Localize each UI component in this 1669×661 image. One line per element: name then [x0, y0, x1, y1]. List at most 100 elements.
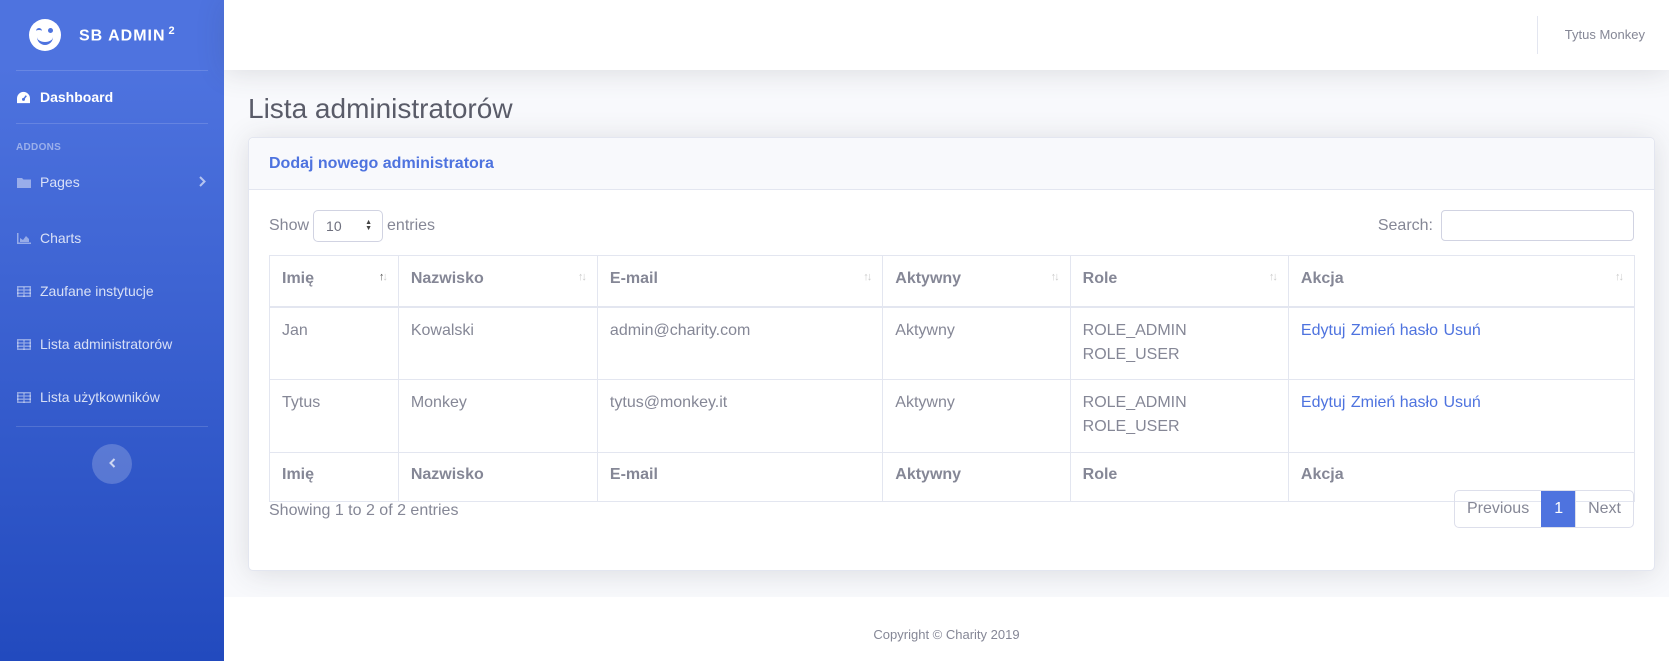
change-password-link[interactable]: Zmień hasło — [1351, 394, 1438, 411]
cell-first-name: Jan — [269, 306, 399, 380]
footer-header-aktywny: Aktywny — [882, 452, 1071, 502]
chevron-right-icon — [199, 174, 206, 190]
card-header: Dodaj nowego administratora — [249, 138, 1654, 190]
edit-link[interactable]: Edytuj — [1301, 394, 1345, 411]
sort-icon: ↑↓ — [1050, 271, 1060, 283]
sidebar-item-label: Lista użytkowników — [40, 389, 160, 405]
brand-name: SB Admin 2 — [79, 24, 176, 45]
entries-label: entries — [387, 217, 436, 234]
sort-icon: ↑↓ — [1615, 271, 1624, 283]
sidebar-item-pages[interactable]: Pages — [0, 157, 224, 207]
topbar-divider — [1537, 16, 1538, 54]
cell-actions: Edytuj Zmień hasło Usuń — [1287, 379, 1636, 453]
sort-asc-icon: ↑↓ — [378, 271, 388, 283]
admin-list-card: Dodaj nowego administratora Show 10 ▲ ▼ e… — [248, 137, 1655, 571]
delete-link[interactable]: Usuń — [1443, 394, 1480, 411]
chevron-left-icon — [108, 455, 116, 473]
column-header-label: Imię — [282, 270, 315, 287]
column-header-label: Akcja — [1300, 270, 1344, 287]
admin-table: Imię ↑↓ Nazwisko ↑↓ E-mail ↑↓ Aktywny ↑↓ Rol… — [269, 255, 1636, 502]
user-name[interactable]: Tytus Monkey — [1565, 27, 1645, 42]
column-header-aktywny[interactable]: Aktywny ↑↓ — [882, 255, 1071, 308]
entries-length: Show 10 ▲ ▼ entries — [269, 210, 435, 242]
sidebar-item-label: Charts — [40, 230, 82, 246]
table-controls: Show 10 ▲ ▼ entries Search: — [269, 210, 1634, 242]
topbar: Tytus Monkey — [224, 0, 1669, 70]
table-icon — [16, 285, 31, 297]
tachometer-icon — [16, 91, 31, 104]
search-label: Search: — [1377, 216, 1433, 234]
pagination: Previous 1 Next — [1453, 490, 1634, 528]
footer: Copyright © Charity 2019 — [224, 597, 1669, 661]
select-arrows-icon: ▲ ▼ — [365, 219, 373, 232]
table-footer-row: Imię Nazwisko E-mail Aktywny Role Akcja — [269, 452, 1636, 502]
cell-actions: Edytuj Zmień hasło Usuń — [1287, 306, 1636, 380]
sort-icon: ↑↓ — [863, 271, 872, 283]
folder-icon — [16, 177, 31, 188]
sidebar-item-lista-uzytkownikow[interactable]: Lista użytkowników — [0, 372, 224, 422]
column-header-email[interactable]: E-mail ↑↓ — [596, 255, 884, 308]
footer-header-nazwisko: Nazwisko — [397, 452, 598, 502]
page-title: Lista administratorów — [248, 93, 513, 124]
footer-header-email: E-mail — [596, 452, 884, 502]
delete-link[interactable]: Usuń — [1443, 322, 1480, 339]
role-label: ROLE_ADMIN — [1082, 321, 1187, 339]
sidebar-item-label: Lista administratorów — [40, 336, 173, 352]
table-row: Jan Kowalski admin@charity.com Aktywny R… — [269, 306, 1636, 380]
cell-active: Aktywny — [882, 306, 1071, 380]
sidebar-item-label: Pages — [40, 174, 80, 190]
role-label: ROLE_USER — [1082, 418, 1180, 435]
entries-select[interactable]: 10 ▲ ▼ — [313, 210, 384, 242]
sidebar-divider — [16, 426, 208, 427]
copyright-text: Copyright © Charity 2019 — [873, 627, 1020, 642]
sidebar-item-dashboard[interactable]: Dashboard — [0, 71, 224, 123]
role-label: ROLE_USER — [1082, 345, 1180, 363]
cell-email: tytus@monkey.it — [596, 379, 884, 453]
footer-header-role: Role — [1069, 452, 1289, 502]
table-icon — [16, 338, 31, 350]
cell-roles: ROLE_ADMIN ROLE_USER — [1069, 306, 1289, 380]
cell-roles: ROLE_ADMIN ROLE_USER — [1069, 379, 1289, 453]
sidebar-brand[interactable]: SB Admin 2 — [0, 0, 224, 70]
column-header-label: Aktywny — [895, 270, 962, 287]
next-button[interactable]: Next — [1575, 491, 1633, 527]
sidebar-heading: Addons — [16, 142, 62, 153]
table-icon — [16, 391, 31, 403]
change-password-link[interactable]: Zmień hasło — [1351, 322, 1438, 339]
page-1-button[interactable]: 1 — [1541, 491, 1576, 527]
column-header-nazwisko[interactable]: Nazwisko ↑↓ — [397, 255, 598, 308]
sidebar-toggle-button[interactable] — [92, 444, 132, 484]
cell-first-name: Tytus — [269, 379, 399, 453]
edit-link[interactable]: Edytuj — [1301, 322, 1345, 339]
cell-email: admin@charity.com — [596, 306, 884, 380]
sidebar-item-label: Dashboard — [40, 89, 114, 105]
column-header-akcja[interactable]: Akcja ↑↓ — [1287, 255, 1636, 308]
cell-last-name: Kowalski — [397, 306, 598, 380]
sidebar: SB Admin 2 Dashboard Addons Pages Charts … — [0, 0, 224, 661]
table-search: Search: — [1378, 210, 1634, 241]
cell-active: Aktywny — [882, 379, 1071, 453]
add-admin-link[interactable]: Dodaj nowego administratora — [269, 155, 494, 173]
previous-button[interactable]: Previous — [1455, 491, 1541, 527]
table-info: Showing 1 to 2 of 2 entries — [269, 502, 459, 519]
cell-last-name: Monkey — [397, 379, 598, 453]
column-header-imie[interactable]: Imię ↑↓ — [269, 255, 399, 308]
sidebar-item-lista-administratorow[interactable]: Lista administratorów — [0, 316, 224, 372]
table-header-row: Imię ↑↓ Nazwisko ↑↓ E-mail ↑↓ Aktywny ↑↓ Rol… — [269, 255, 1636, 308]
column-header-label: E-mail — [609, 270, 658, 287]
footer-header-imie: Imię — [269, 452, 399, 502]
sort-icon: ↑↓ — [577, 271, 587, 283]
sort-icon: ↑↓ — [1268, 271, 1278, 283]
table-row: Tytus Monkey tytus@monkey.it Aktywny ROL… — [269, 379, 1636, 453]
chart-area-icon — [16, 232, 31, 244]
search-input[interactable] — [1441, 210, 1634, 241]
sidebar-item-label: Zaufane instytucje — [40, 283, 154, 299]
sidebar-item-zaufane-instytucje[interactable]: Zaufane instytucje — [0, 266, 224, 316]
laugh-wink-icon — [29, 19, 61, 51]
show-label: Show — [269, 217, 310, 234]
column-header-role[interactable]: Role ↑↓ — [1069, 255, 1289, 308]
entries-select-value: 10 — [326, 218, 342, 234]
role-label: ROLE_ADMIN — [1082, 394, 1187, 411]
sidebar-item-charts[interactable]: Charts — [0, 210, 224, 266]
column-header-label: Nazwisko — [410, 270, 484, 287]
